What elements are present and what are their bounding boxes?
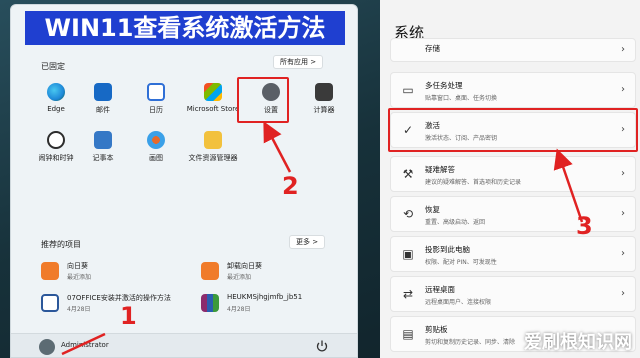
pinned-app-store[interactable]: Microsoft Store (183, 79, 243, 125)
winrar-icon (201, 294, 219, 312)
settings-row-recovery[interactable]: ⟲ 恢复 重置、高级启动、返回 › (390, 196, 636, 232)
chevron-right-icon: › (621, 248, 625, 259)
pinned-app-notepad[interactable]: 记事本 (78, 127, 128, 173)
setting-title: 恢复 (425, 205, 440, 214)
avatar[interactable] (39, 339, 55, 355)
settings-window: 系统 存储 › ▭ 多任务处理 贴靠窗口、桌面、任务切换 › ✓ 激活 激活状态… (380, 0, 640, 358)
pinned-app-calendar[interactable]: 日历 (131, 79, 181, 125)
rec-title: 卸载向日葵 (227, 262, 262, 270)
start-menu: WIN11查看系统激活方法 已固定 所有应用 > Edge 邮件 日历 Micr… (10, 4, 358, 358)
recommended-item[interactable]: 卸载向日葵 最近添加 (201, 259, 341, 285)
sunflower-icon (41, 262, 59, 280)
recommended-item[interactable]: 向日葵 最近添加 (41, 259, 211, 285)
recommended-section-label: 推荐的项目 (41, 240, 81, 249)
settings-row-multitasking[interactable]: ▭ 多任务处理 贴靠窗口、桌面、任务切换 › (390, 72, 636, 108)
projection-icon: ▣ (402, 247, 414, 261)
settings-row-projection[interactable]: ▣ 投影到此电脑 权限、配对 PIN、可发现性 › (390, 236, 636, 272)
word-doc-icon (41, 294, 59, 312)
recovery-icon: ⟲ (402, 207, 414, 221)
setting-title: 疑难解答 (425, 165, 455, 174)
pinned-section-label: 已固定 (41, 62, 65, 71)
app-label: Microsoft Store (186, 105, 240, 113)
step-1-label: 1 (120, 302, 137, 330)
setting-subtitle: 重置、高级启动、返回 (425, 219, 486, 226)
all-apps-button[interactable]: 所有应用 > (273, 55, 324, 69)
edge-icon (47, 83, 65, 101)
calculator-icon (315, 83, 333, 101)
mail-icon (94, 83, 112, 101)
rec-title: 07OFFICE安装并激活的操作方法 (67, 294, 171, 302)
app-label: 计算器 (313, 106, 335, 114)
rec-subtitle: 最近添加 (227, 274, 252, 281)
user-name[interactable]: Administrator (61, 341, 109, 349)
chevron-right-icon: › (621, 288, 625, 299)
pinned-app-calculator[interactable]: 计算器 (299, 79, 349, 125)
setting-subtitle: 贴靠窗口、桌面、任务切换 (425, 95, 498, 102)
pinned-app-edge[interactable]: Edge (31, 79, 81, 125)
multitask-icon: ▭ (402, 83, 414, 97)
calendar-icon (147, 83, 165, 101)
settings-highlight-box (237, 77, 289, 123)
app-label: 画图 (149, 154, 163, 162)
setting-subtitle: 远程桌面用户、连接权限 (425, 299, 492, 306)
clipboard-icon: ▤ (402, 327, 414, 341)
setting-subtitle: 建议的疑难解答、首选项和历史记录 (425, 179, 522, 186)
activation-highlight-box (388, 108, 638, 152)
setting-subtitle: 权限、配对 PIN、可发现性 (425, 259, 497, 266)
rec-title: 向日葵 (67, 262, 88, 270)
settings-row-troubleshoot[interactable]: ⚒ 疑难解答 建议的疑难解答、首选项和历史记录 › (390, 156, 636, 192)
step-2-label: 2 (282, 172, 299, 200)
power-icon[interactable] (315, 339, 329, 353)
troubleshoot-icon: ⚒ (402, 167, 414, 181)
setting-subtitle: 剪切和复制历史记录、同步、清除 (425, 339, 516, 346)
setting-title: 多任务处理 (425, 81, 463, 90)
settings-row-remote-desktop[interactable]: ⇄ 远程桌面 远程桌面用户、连接权限 › (390, 276, 636, 312)
setting-title: 远程桌面 (425, 285, 455, 294)
start-menu-footer: Administrator (11, 333, 357, 357)
folder-icon (204, 131, 222, 149)
chevron-right-icon: › (621, 168, 625, 179)
chevron-right-icon: › (621, 44, 625, 55)
pinned-app-mail[interactable]: 邮件 (78, 79, 128, 125)
setting-title: 剪贴板 (425, 325, 448, 334)
app-label: 邮件 (96, 106, 110, 114)
rec-subtitle: 4月28日 (227, 306, 251, 313)
notepad-icon (94, 131, 112, 149)
clock-icon (47, 131, 65, 149)
sunflower-uninstall-icon (201, 262, 219, 280)
more-button[interactable]: 更多 > (289, 235, 326, 249)
app-label: 文件资源管理器 (188, 154, 238, 162)
pinned-app-paint[interactable]: 画图 (131, 127, 181, 173)
remote-desktop-icon: ⇄ (402, 287, 414, 301)
chevron-right-icon: › (621, 84, 625, 95)
app-label: 闹钟和时钟 (38, 154, 74, 162)
setting-title: 存储 (425, 44, 440, 53)
paint-icon (147, 131, 165, 149)
settings-row-storage[interactable]: 存储 › (390, 38, 636, 62)
pinned-app-clock[interactable]: 闹钟和时钟 (31, 127, 81, 173)
watermark: 爱刷根知识网 (524, 332, 632, 353)
rec-subtitle: 4月28日 (67, 306, 91, 313)
rec-subtitle: 最近添加 (67, 274, 92, 281)
page-title-banner: WIN11查看系统激活方法 (25, 11, 345, 45)
step-3-label: 3 (576, 212, 593, 240)
app-label: 记事本 (92, 154, 114, 162)
app-label: Edge (47, 105, 65, 113)
setting-title: 投影到此电脑 (425, 245, 470, 254)
app-label: 日历 (149, 106, 163, 114)
recommended-item[interactable]: HEUKMSjhgjmfb_jb51 4月28日 (201, 291, 351, 317)
store-icon (204, 83, 222, 101)
pinned-app-file-explorer[interactable]: 文件资源管理器 (183, 127, 243, 173)
chevron-right-icon: › (621, 208, 625, 219)
rec-title: HEUKMSjhgjmfb_jb51 (227, 293, 303, 301)
